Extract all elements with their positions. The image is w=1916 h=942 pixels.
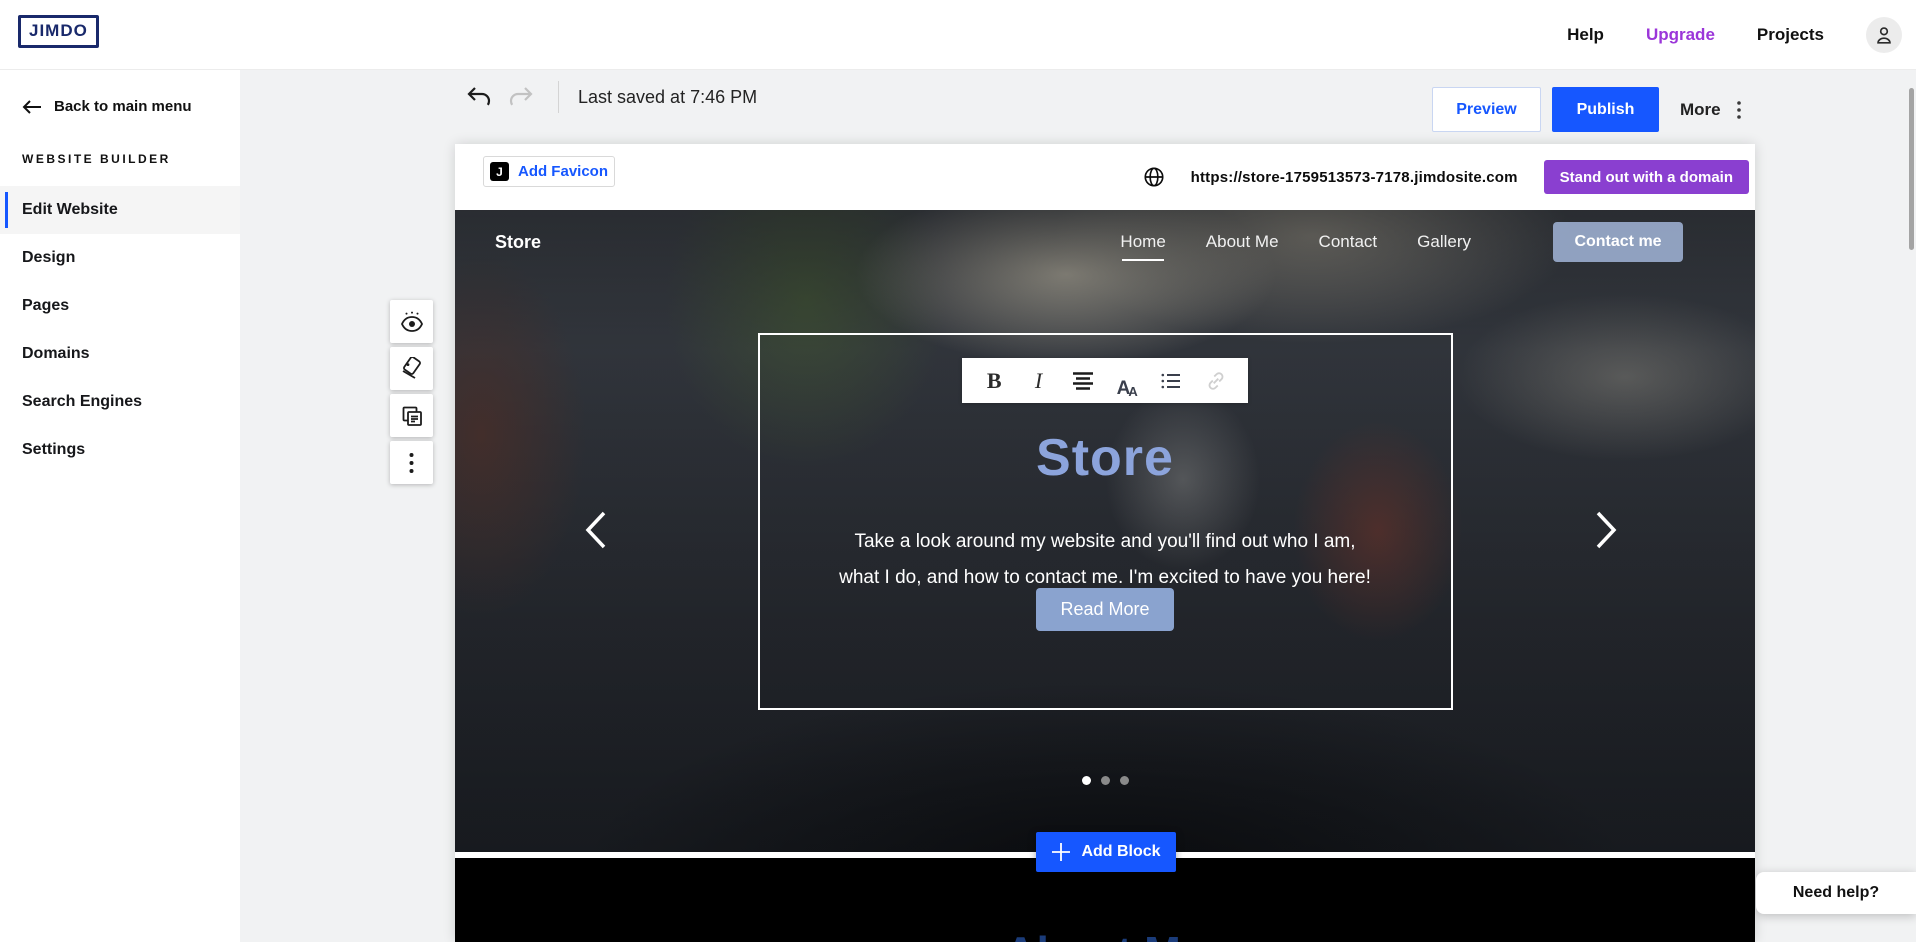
sidebar-section-title: WEBSITE BUILDER <box>22 152 171 166</box>
redo-button[interactable] <box>504 80 538 114</box>
globe-icon <box>1143 166 1165 188</box>
read-more-button[interactable]: Read More <box>1036 588 1174 631</box>
projects-link[interactable]: Projects <box>1757 25 1824 45</box>
sidebar-item-label: Settings <box>22 441 85 459</box>
carousel-dot-3[interactable] <box>1120 776 1129 785</box>
sidebar: Back to main menu WEBSITE BUILDER Edit W… <box>0 70 240 942</box>
jimdo-website-builder: JIMDO Help Upgrade Projects <box>0 0 1916 942</box>
sidebar-item-label: Pages <box>22 297 69 315</box>
kebab-icon <box>409 452 414 474</box>
undo-button[interactable] <box>462 80 496 114</box>
carousel-dots <box>455 776 1755 785</box>
site-url[interactable]: https://store-1759513573-7178.jimdosite.… <box>1191 169 1518 186</box>
person-icon <box>1873 24 1895 46</box>
carousel-next-button[interactable] <box>1593 510 1619 550</box>
nav-link-about-me[interactable]: About Me <box>1206 232 1279 252</box>
plus-icon <box>1051 842 1071 862</box>
duplicate-block-button[interactable] <box>390 394 433 437</box>
sidebar-item-settings[interactable]: Settings <box>0 426 240 474</box>
publish-button[interactable]: Publish <box>1552 87 1659 132</box>
add-block-label: Add Block <box>1081 843 1160 861</box>
bold-icon[interactable]: B <box>977 364 1011 398</box>
domain-upsell-button[interactable]: Stand out with a domain <box>1544 160 1749 194</box>
sidebar-menu: Edit Website Design Pages Domains Search… <box>0 186 240 474</box>
scrollbar-thumb[interactable] <box>1909 88 1914 250</box>
sidebar-item-design[interactable]: Design <box>0 234 240 282</box>
preview-button[interactable]: Preview <box>1432 87 1541 132</box>
more-label: More <box>1680 100 1721 120</box>
add-favicon-button[interactable]: J Add Favicon <box>483 156 615 187</box>
main-area: Last saved at 7:46 PM Preview Publish Mo… <box>240 70 1916 942</box>
website-canvas: J Add Favicon https://store-1759513573-7… <box>455 144 1755 942</box>
nav-link-home[interactable]: Home <box>1120 232 1165 252</box>
back-arrow-icon <box>22 99 42 115</box>
upgrade-link[interactable]: Upgrade <box>1646 25 1715 45</box>
nav-link-gallery[interactable]: Gallery <box>1417 232 1471 252</box>
carousel-dot-2[interactable] <box>1101 776 1110 785</box>
site-navigation: Store Home About Me Contact Gallery Cont… <box>455 220 1755 264</box>
header-nav: Help Upgrade Projects <box>1567 0 1902 70</box>
block-more-button[interactable] <box>390 441 433 484</box>
add-block-button[interactable]: Add Block <box>1036 832 1176 872</box>
align-center-icon[interactable] <box>1066 364 1100 398</box>
hero-title[interactable]: Store <box>455 428 1755 488</box>
favicon-placeholder-icon: J <box>490 162 509 181</box>
text-format-toolbar: B I A A <box>962 358 1248 403</box>
undo-icon <box>466 85 492 109</box>
hero-paragraph[interactable]: Take a look around my website and you'll… <box>835 524 1375 596</box>
carousel-dot-1[interactable] <box>1082 776 1091 785</box>
kebab-icon <box>1737 101 1741 119</box>
italic-icon[interactable]: I <box>1021 364 1055 398</box>
about-me-title: About Me <box>455 928 1755 942</box>
help-link[interactable]: Help <box>1567 25 1604 45</box>
sidebar-item-domains[interactable]: Domains <box>0 330 240 378</box>
app-header: JIMDO Help Upgrade Projects <box>0 0 1916 70</box>
back-to-main-menu[interactable]: Back to main menu <box>22 98 192 115</box>
account-avatar[interactable] <box>1866 17 1902 53</box>
bullet-list-icon[interactable] <box>1154 364 1188 398</box>
carousel-prev-button[interactable] <box>583 510 609 550</box>
last-saved-status: Last saved at 7:46 PM <box>578 87 757 108</box>
nav-link-contact[interactable]: Contact <box>1319 232 1378 252</box>
font-size-icon[interactable]: A A <box>1110 364 1144 398</box>
back-label: Back to main menu <box>54 98 192 115</box>
sidebar-item-edit-website[interactable]: Edit Website <box>0 186 240 234</box>
sidebar-item-label: Search Engines <box>22 393 142 411</box>
sidebar-item-label: Edit Website <box>22 201 118 219</box>
jimdo-logo[interactable]: JIMDO <box>18 15 99 48</box>
need-help-button[interactable]: Need help? <box>1756 872 1916 914</box>
eye-icon <box>400 311 424 333</box>
site-nav-links: Home About Me Contact Gallery Contact me <box>1120 222 1683 262</box>
hero-block[interactable]: Store Home About Me Contact Gallery Cont… <box>455 210 1755 852</box>
block-tools <box>390 300 433 488</box>
site-url-group: https://store-1759513573-7178.jimdosite.… <box>1143 144 1749 210</box>
style-swatches-icon <box>400 357 424 381</box>
sidebar-item-search-engines[interactable]: Search Engines <box>0 378 240 426</box>
favicon-bar: J Add Favicon https://store-1759513573-7… <box>455 144 1755 210</box>
sidebar-item-label: Design <box>22 249 75 267</box>
duplicate-icon <box>400 404 424 428</box>
sidebar-item-pages[interactable]: Pages <box>0 282 240 330</box>
contact-me-button[interactable]: Contact me <box>1553 222 1683 262</box>
add-favicon-label: Add Favicon <box>518 163 608 180</box>
toolbar-divider <box>558 81 559 113</box>
block-style-button[interactable] <box>390 347 433 390</box>
site-brand[interactable]: Store <box>495 232 541 253</box>
hide-block-button[interactable] <box>390 300 433 343</box>
sidebar-item-label: Domains <box>22 345 90 363</box>
redo-icon <box>508 85 534 109</box>
more-menu[interactable]: More <box>1680 87 1741 132</box>
link-icon[interactable] <box>1199 364 1233 398</box>
